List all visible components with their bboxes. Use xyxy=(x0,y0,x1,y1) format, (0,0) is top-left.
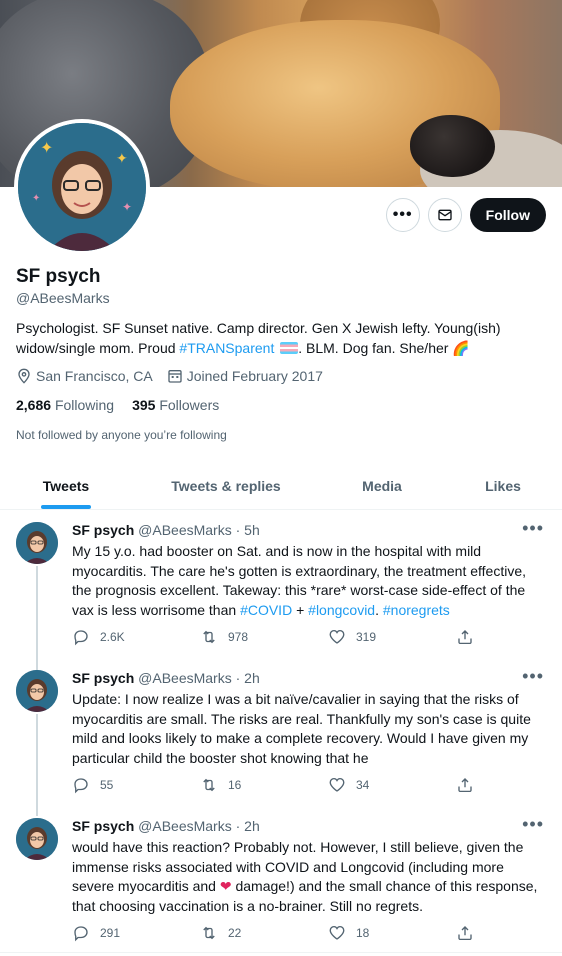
tweet-avatar[interactable] xyxy=(16,522,58,564)
retweet-button[interactable]: 978 xyxy=(200,628,328,646)
transgender-flag-emoji xyxy=(280,342,299,354)
tweet-more-icon[interactable]: ••• xyxy=(522,666,544,687)
profile-follow-counts: 2,686 Following 395 Followers xyxy=(16,397,219,413)
share-button[interactable] xyxy=(456,924,562,942)
retweet-count: 978 xyxy=(228,630,249,644)
tab-media[interactable]: Media xyxy=(320,462,444,509)
svg-text:✦: ✦ xyxy=(32,193,40,204)
like-count: 319 xyxy=(356,630,377,644)
reply-icon xyxy=(74,926,88,942)
retweet-button[interactable]: 16 xyxy=(200,776,328,794)
tweet-more-icon[interactable]: ••• xyxy=(522,814,544,835)
retweet-count: 22 xyxy=(228,926,242,940)
location-pin-icon xyxy=(18,368,30,384)
avatar-illustration: ✦ ✦ ✦ ✦ xyxy=(18,123,146,251)
profile-meta: San Francisco, CA Joined February 2017 xyxy=(16,368,323,384)
svg-text:✦: ✦ xyxy=(116,150,128,166)
heart-icon xyxy=(329,925,345,940)
retweet-icon xyxy=(203,778,215,792)
like-button[interactable]: 34 xyxy=(328,776,456,794)
profile-tabs: Tweets Tweets & replies Media Likes xyxy=(0,462,562,510)
tweet-text: would have this reaction? Probably not. … xyxy=(72,839,538,914)
tweet-text: My 15 y.o. had booster on Sat. and is no… xyxy=(72,543,527,618)
avatar-illustration xyxy=(16,670,58,712)
retweet-icon xyxy=(203,926,215,940)
hashtag-link[interactable]: #noregrets xyxy=(383,602,450,618)
tab-likes[interactable]: Likes xyxy=(444,462,562,509)
share-button[interactable] xyxy=(456,776,562,794)
calendar-icon xyxy=(168,370,182,383)
thread-connector xyxy=(36,566,38,670)
tweet-actions: 55 16 34 xyxy=(72,776,562,794)
tweet-header: SF psych @ABeesMarks · 2h xyxy=(72,670,260,686)
reply-button[interactable]: 291 xyxy=(72,924,200,942)
rainbow-emoji-icon: 🌈 xyxy=(452,340,470,356)
tweet-author-name[interactable]: SF psych xyxy=(72,670,134,686)
heart-icon xyxy=(329,629,345,644)
reply-icon xyxy=(74,630,88,646)
svg-text:✦: ✦ xyxy=(40,140,53,157)
profile-avatar[interactable]: ✦ ✦ ✦ ✦ xyxy=(14,119,150,255)
envelope-icon xyxy=(438,209,452,221)
profile-handle: @ABeesMarks xyxy=(16,290,110,306)
tweet-author-meta[interactable]: @ABeesMarks · 2h xyxy=(138,818,260,834)
more-dots-icon: ••• xyxy=(392,206,413,223)
reply-icon xyxy=(74,778,88,794)
bio-text-end: . BLM. Dog fan. She/her xyxy=(298,340,449,356)
avatar-illustration xyxy=(16,522,58,564)
avatar-illustration xyxy=(16,818,58,860)
tab-tweets-and-replies[interactable]: Tweets & replies xyxy=(132,462,320,509)
like-button[interactable]: 18 xyxy=(328,924,456,942)
tweet-actions: 2.6K 978 319 xyxy=(72,628,562,646)
message-button[interactable] xyxy=(427,198,462,232)
more-button[interactable]: ••• xyxy=(385,198,420,232)
like-count: 18 xyxy=(356,926,370,940)
share-icon xyxy=(458,926,472,941)
retweet-icon xyxy=(203,630,215,644)
profile-bio: Psychologist. SF Sunset native. Camp dir… xyxy=(16,318,546,358)
tweet-author-name[interactable]: SF psych xyxy=(72,818,134,834)
like-button[interactable]: 319 xyxy=(328,628,456,646)
bio-hashtag-link[interactable]: #TRANSparent xyxy=(179,340,274,356)
tweet-text: Update: I now realize I was a bit naïve/… xyxy=(72,691,531,766)
profile-joined: Joined February 2017 xyxy=(186,368,323,384)
reply-count: 2.6K xyxy=(100,630,125,644)
tweet-more-icon[interactable]: ••• xyxy=(522,518,544,539)
tweet-author-name[interactable]: SF psych xyxy=(72,522,134,538)
profile-location: San Francisco, CA xyxy=(36,368,153,384)
not-followed-notice: Not followed by anyone you’re following xyxy=(16,428,227,442)
profile-actions: ••• Follow xyxy=(385,198,546,232)
divider xyxy=(0,952,562,953)
share-button[interactable] xyxy=(456,628,562,646)
red-heart-emoji-icon: ❤ xyxy=(219,878,232,894)
share-icon xyxy=(458,778,472,793)
heart-icon xyxy=(329,777,345,792)
reply-count: 55 xyxy=(100,778,114,792)
reply-button[interactable]: 2.6K xyxy=(72,628,200,646)
tweet-author-meta[interactable]: @ABeesMarks · 2h xyxy=(138,670,260,686)
tweet-header: SF psych @ABeesMarks · 2h xyxy=(72,818,260,834)
following-link[interactable]: 2,686 Following xyxy=(16,397,114,413)
like-count: 34 xyxy=(356,778,370,792)
hashtag-link[interactable]: #COVID xyxy=(240,602,292,618)
hashtag-link[interactable]: #longcovid xyxy=(308,602,375,618)
tweet-avatar[interactable] xyxy=(16,818,58,860)
tweet-header: SF psych @ABeesMarks · 5h xyxy=(72,522,260,538)
share-icon xyxy=(458,630,472,645)
followers-link[interactable]: 395 Followers xyxy=(132,397,219,413)
svg-text:✦: ✦ xyxy=(122,200,132,214)
retweet-button[interactable]: 22 xyxy=(200,924,328,942)
profile-display-name: SF psych xyxy=(16,266,101,287)
reply-count: 291 xyxy=(100,926,121,940)
retweet-count: 16 xyxy=(228,778,242,792)
tweet-avatar[interactable] xyxy=(16,670,58,712)
tweet-author-meta[interactable]: @ABeesMarks · 5h xyxy=(138,522,260,538)
reply-button[interactable]: 55 xyxy=(72,776,200,794)
tab-tweets[interactable]: Tweets xyxy=(0,462,132,509)
thread-connector xyxy=(36,714,38,816)
tweet-actions: 291 22 18 xyxy=(72,924,562,942)
follow-button[interactable]: Follow xyxy=(469,198,546,232)
